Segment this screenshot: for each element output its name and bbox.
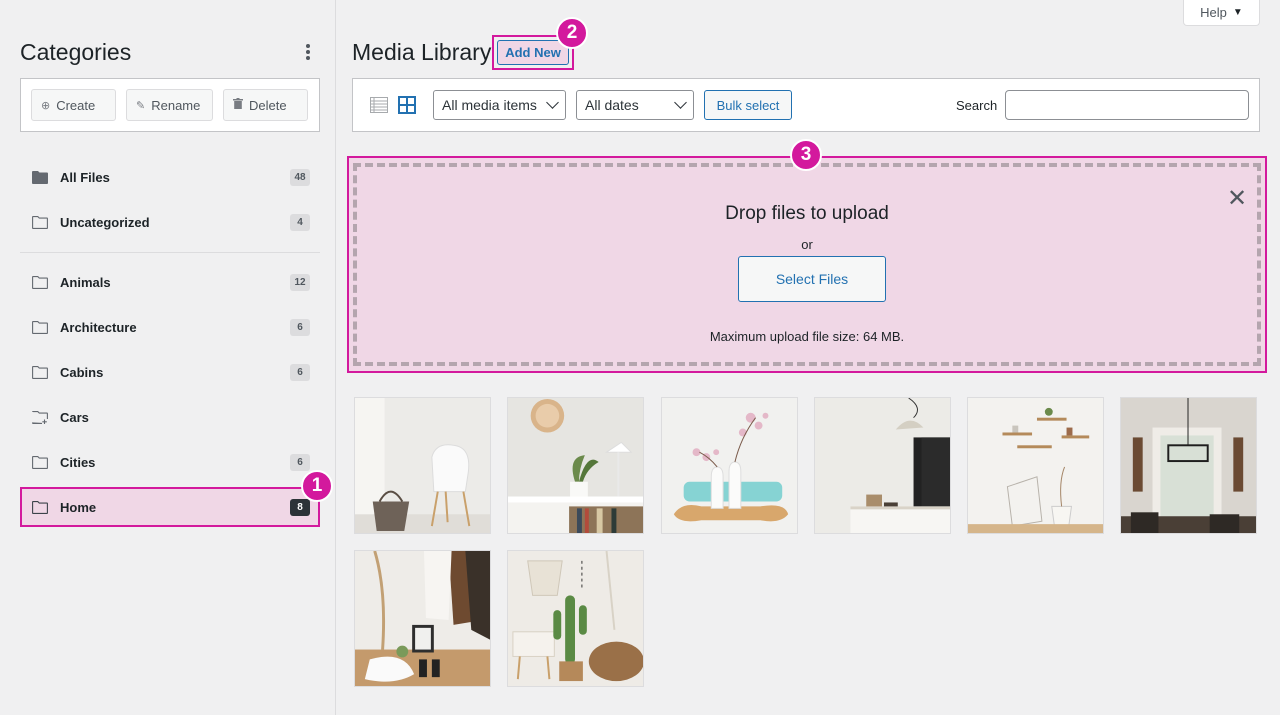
folder-label: Animals xyxy=(60,275,111,290)
folder-item-all-files[interactable]: All Files 48 xyxy=(20,155,320,200)
folder-count-badge: 4 xyxy=(290,214,310,231)
wall-shelves-photo xyxy=(968,398,1103,533)
upload-dropzone[interactable]: Drop files to upload or Select Files Max… xyxy=(353,163,1261,366)
dropzone-title: Drop files to upload xyxy=(725,203,889,224)
annotation-badge-2: 2 xyxy=(556,17,588,49)
create-button[interactable]: ⊕ Create xyxy=(31,89,116,121)
search-input[interactable] xyxy=(1005,90,1249,120)
list-view-icon[interactable] xyxy=(370,97,388,113)
folder-item-animals[interactable]: Animals 12 xyxy=(20,260,320,305)
media-thumbnail[interactable] xyxy=(507,550,644,687)
plus-circle-icon: ⊕ xyxy=(41,99,51,112)
trash-icon xyxy=(233,98,243,112)
chevron-down-icon xyxy=(546,96,559,109)
folder-label: Uncategorized xyxy=(60,215,150,230)
folder-item-cities[interactable]: Cities 6 xyxy=(20,440,320,485)
shelf-clock-photo xyxy=(508,398,643,533)
folder-item-home[interactable]: Home 8 xyxy=(20,487,320,527)
folder-icon xyxy=(32,456,48,469)
folder-icon xyxy=(32,366,48,379)
media-type-select[interactable]: All media items xyxy=(433,90,566,120)
media-thumbnail[interactable] xyxy=(354,397,491,534)
annotation-badge-3: 3 xyxy=(790,139,822,171)
more-options-icon[interactable] xyxy=(300,42,316,62)
folder-item-architecture[interactable]: Architecture 6 xyxy=(20,305,320,350)
folder-filled-icon xyxy=(32,171,48,184)
categories-sidebar: Categories ⊕ Create ✎ Rename Delete All … xyxy=(0,0,336,715)
folder-label: Architecture xyxy=(60,320,137,335)
rename-label: Rename xyxy=(151,97,201,113)
folder-icon xyxy=(32,321,48,334)
folder-item-cabins[interactable]: Cabins 6 xyxy=(20,350,320,395)
folder-icon xyxy=(32,216,48,229)
annotation-badge-1: 1 xyxy=(301,470,333,502)
folder-count-badge: 48 xyxy=(290,169,310,186)
folder-count-badge: 12 xyxy=(290,274,310,291)
folder-count-badge: 6 xyxy=(290,364,310,381)
folder-label: Home xyxy=(60,499,97,515)
rename-button[interactable]: ✎ Rename xyxy=(126,89,213,121)
category-toolbar: ⊕ Create ✎ Rename Delete xyxy=(20,78,320,132)
folder-item-uncategorized[interactable]: Uncategorized 4 xyxy=(20,200,320,245)
search-label: Search xyxy=(956,98,998,113)
folder-label: All Files xyxy=(60,170,110,185)
chevron-down-icon xyxy=(674,96,687,109)
add-new-button[interactable]: Add New xyxy=(497,40,569,65)
dropzone-or: or xyxy=(801,237,813,252)
dining-room-photo xyxy=(1121,398,1256,533)
folder-item-cars[interactable]: Cars xyxy=(20,395,320,440)
folder-icon xyxy=(32,501,48,514)
page-title: Media Library xyxy=(352,39,492,65)
select-files-button[interactable]: Select Files xyxy=(738,256,886,302)
grid-view-icon[interactable] xyxy=(398,96,416,114)
folder-label: Cities xyxy=(60,455,96,470)
create-label: Create xyxy=(56,97,96,113)
close-icon[interactable]: ✕ xyxy=(1227,187,1247,211)
clothes-rack-photo xyxy=(355,551,490,686)
media-type-value: All media items xyxy=(442,97,537,113)
delete-label: Delete xyxy=(249,97,287,113)
media-thumbnail[interactable] xyxy=(354,550,491,687)
media-thumbnail[interactable] xyxy=(967,397,1104,534)
chair-photo xyxy=(355,398,490,533)
folder-icon xyxy=(32,276,48,289)
folder-count-badge: 6 xyxy=(290,319,310,336)
lamp-desk-photo xyxy=(815,398,950,533)
vases-photo xyxy=(662,398,797,533)
date-filter-select[interactable]: All dates xyxy=(576,90,694,120)
date-filter-value: All dates xyxy=(585,97,639,113)
max-upload-size: Maximum upload file size: 64 MB. xyxy=(709,329,905,344)
pencil-icon: ✎ xyxy=(136,99,146,112)
media-thumbnail[interactable] xyxy=(507,397,644,534)
media-thumbnail[interactable] xyxy=(814,397,951,534)
caret-down-icon: ▼ xyxy=(1232,7,1243,18)
media-thumbnail[interactable] xyxy=(1120,397,1257,534)
folder-list: All Files 48 Uncategorized 4 Animals 12 … xyxy=(20,155,320,530)
help-button[interactable]: Help ▼ xyxy=(1183,0,1260,26)
categories-title: Categories xyxy=(20,39,132,65)
boho-cactus-photo xyxy=(508,551,643,686)
media-toolbar: All media items All dates Bulk select Se… xyxy=(352,78,1260,132)
upload-dropzone-highlight: Drop files to upload or Select Files Max… xyxy=(347,156,1267,373)
divider xyxy=(20,252,320,253)
help-label: Help xyxy=(1200,5,1227,20)
media-thumbnail[interactable] xyxy=(661,397,798,534)
bulk-select-button[interactable]: Bulk select xyxy=(704,90,792,120)
folder-count-badge: 8 xyxy=(290,498,310,516)
folder-label: Cabins xyxy=(60,365,104,380)
delete-button[interactable]: Delete xyxy=(223,89,308,121)
folder-count-badge: 6 xyxy=(290,454,310,471)
folder-label: Cars xyxy=(60,410,89,425)
folder-plus-icon xyxy=(32,411,48,424)
